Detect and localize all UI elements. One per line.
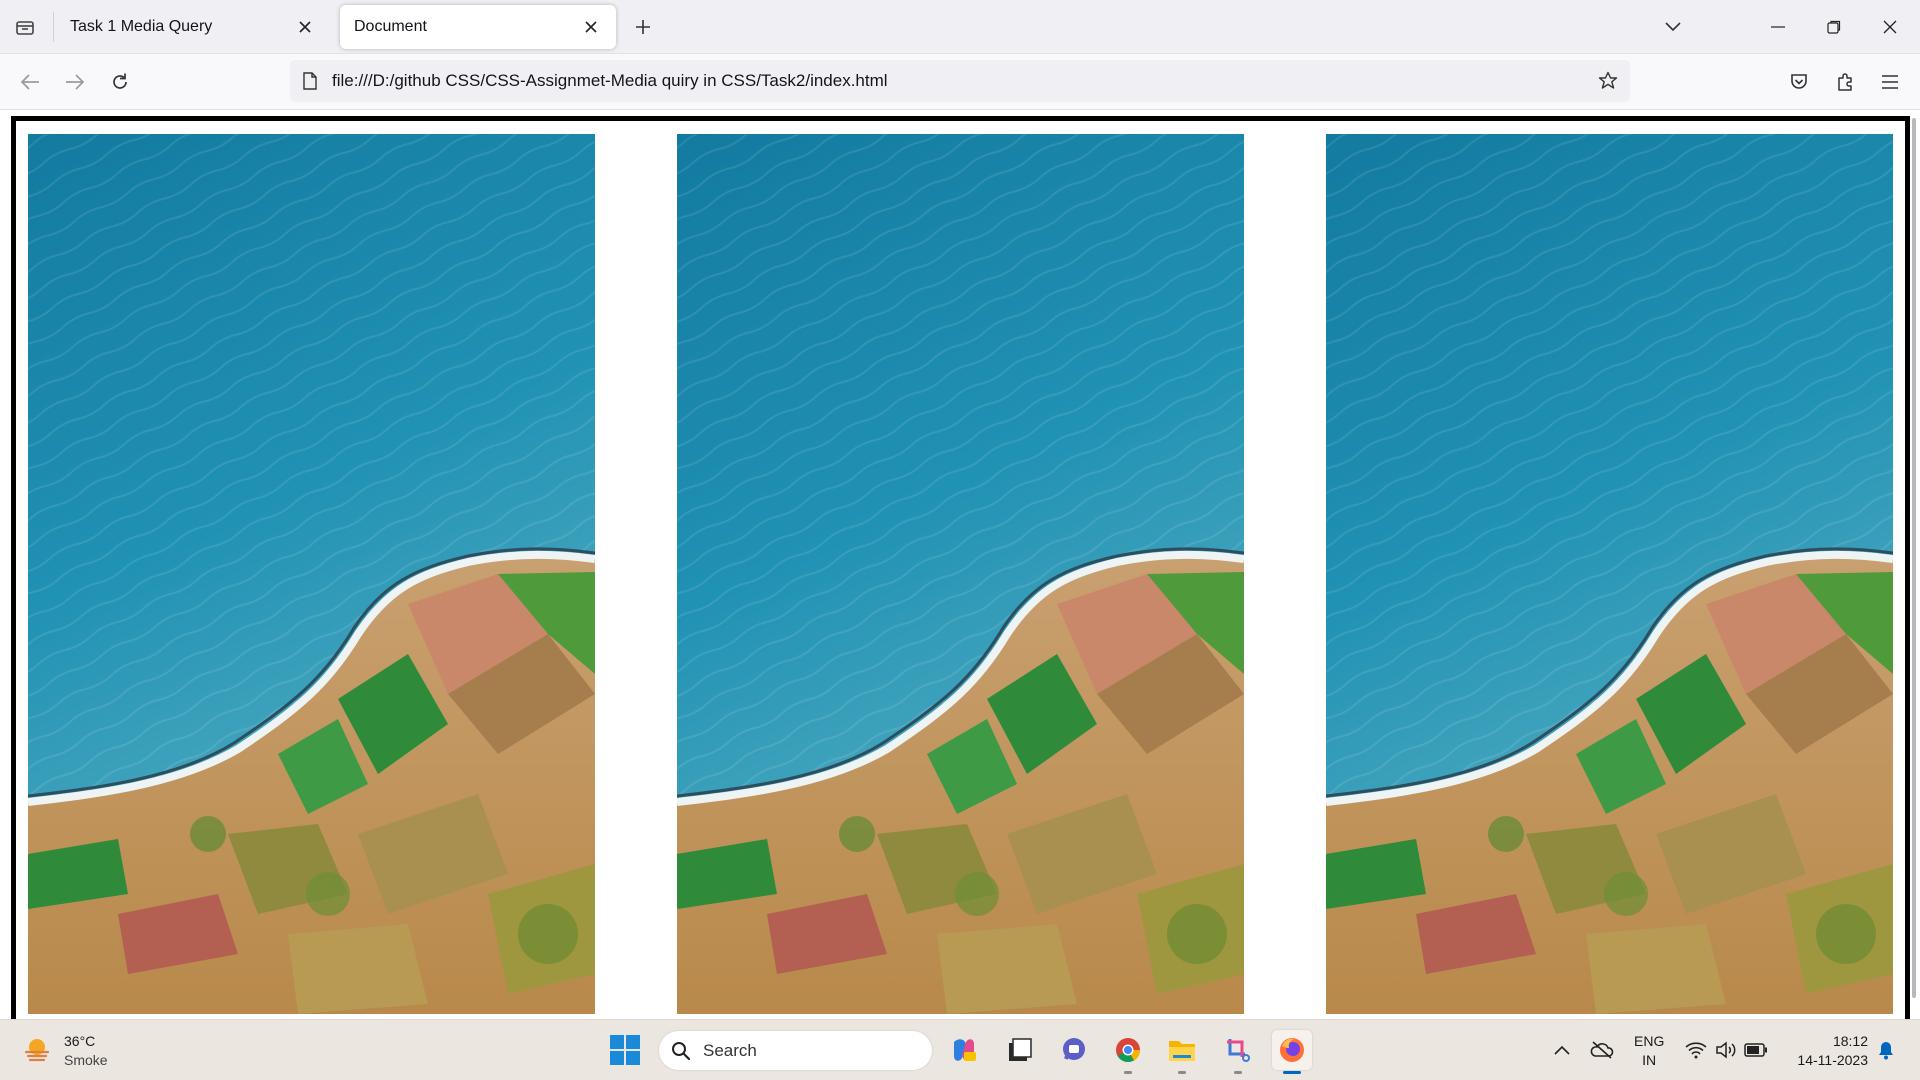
page-icon — [300, 71, 320, 91]
tab-task1-media-query[interactable]: Task 1 Media Query — [56, 5, 330, 49]
tab-title: Document — [354, 18, 427, 35]
tab-document[interactable]: Document — [340, 5, 616, 49]
wifi-icon[interactable] — [1684, 1038, 1708, 1062]
vertical-scrollbar[interactable] — [1912, 118, 1916, 998]
volume-icon[interactable] — [1714, 1038, 1738, 1062]
page-viewport — [0, 110, 1920, 1019]
minimize-icon[interactable] — [1758, 8, 1798, 46]
system-clock[interactable]: 18:12 14-11-2023 — [1780, 1032, 1868, 1070]
tab-strip: Task 1 Media Query Document — [0, 0, 1920, 54]
taskbar-search[interactable]: Search — [659, 1031, 932, 1070]
address-bar[interactable]: file:///D:/github CSS/CSS-Assignmet-Medi… — [290, 60, 1630, 102]
search-label: Search — [703, 1040, 757, 1060]
chevron-up-icon[interactable] — [1550, 1038, 1574, 1062]
chevron-down-icon[interactable] — [1658, 12, 1688, 42]
tab-list-icon[interactable] — [8, 10, 42, 44]
weather-description: Smoke — [64, 1052, 108, 1068]
battery-icon[interactable] — [1744, 1038, 1768, 1062]
back-arrow-icon[interactable] — [14, 66, 46, 98]
running-indicator — [1178, 1071, 1186, 1074]
coastline-image-2 — [677, 134, 1244, 1014]
close-icon[interactable] — [580, 16, 602, 38]
search-icon — [671, 1041, 691, 1061]
bookmark-star-icon[interactable] — [1592, 65, 1624, 97]
copilot-icon[interactable] — [944, 1030, 984, 1070]
reload-icon[interactable] — [104, 66, 136, 98]
extensions-puzzle-icon[interactable] — [1829, 66, 1861, 98]
forward-arrow-icon[interactable] — [59, 66, 91, 98]
sun-haze-icon — [22, 1034, 52, 1069]
tab-title: Task 1 Media Query — [70, 18, 213, 35]
coastline-image-3 — [1326, 134, 1893, 1014]
new-tab-plus-icon[interactable] — [628, 12, 658, 42]
window-close-icon[interactable] — [1870, 8, 1910, 46]
file-explorer-icon[interactable] — [1162, 1030, 1202, 1074]
hamburger-menu-icon[interactable] — [1874, 66, 1906, 98]
active-indicator — [1283, 1071, 1301, 1074]
chrome-icon[interactable] — [1108, 1030, 1148, 1074]
pocket-icon[interactable] — [1783, 66, 1815, 98]
windows-start-icon[interactable] — [608, 1033, 642, 1067]
snipping-tool-icon[interactable] — [1218, 1030, 1258, 1074]
running-indicator — [1124, 1071, 1132, 1074]
tab-divider — [53, 12, 54, 42]
teams-chat-icon[interactable] — [1054, 1030, 1094, 1070]
url-text[interactable]: file:///D:/github CSS/CSS-Assignmet-Medi… — [332, 71, 1592, 91]
windows-taskbar: 36°C Smoke Search ENG IN 18:12 14-11-202… — [0, 1019, 1920, 1080]
coastline-image-1 — [28, 134, 595, 1014]
task-view-icon[interactable] — [1000, 1030, 1040, 1070]
close-icon[interactable] — [294, 16, 316, 38]
weather-widget[interactable]: 36°C Smoke — [22, 1032, 108, 1070]
firefox-icon[interactable] — [1272, 1030, 1312, 1074]
onedrive-offline-icon[interactable] — [1590, 1038, 1614, 1062]
clock-time: 18:12 — [1832, 1033, 1868, 1049]
restore-icon[interactable] — [1814, 8, 1854, 46]
weather-temperature: 36°C — [64, 1033, 96, 1049]
running-indicator — [1234, 1071, 1242, 1074]
navigation-toolbar: file:///D:/github CSS/CSS-Assignmet-Medi… — [0, 54, 1920, 110]
notification-bell-icon[interactable] — [1874, 1038, 1898, 1062]
lang-code: ENG — [1634, 1033, 1665, 1049]
lang-region: IN — [1642, 1052, 1657, 1068]
clock-date: 14-11-2023 — [1797, 1052, 1868, 1068]
input-language-indicator[interactable]: ENG IN — [1634, 1032, 1664, 1070]
